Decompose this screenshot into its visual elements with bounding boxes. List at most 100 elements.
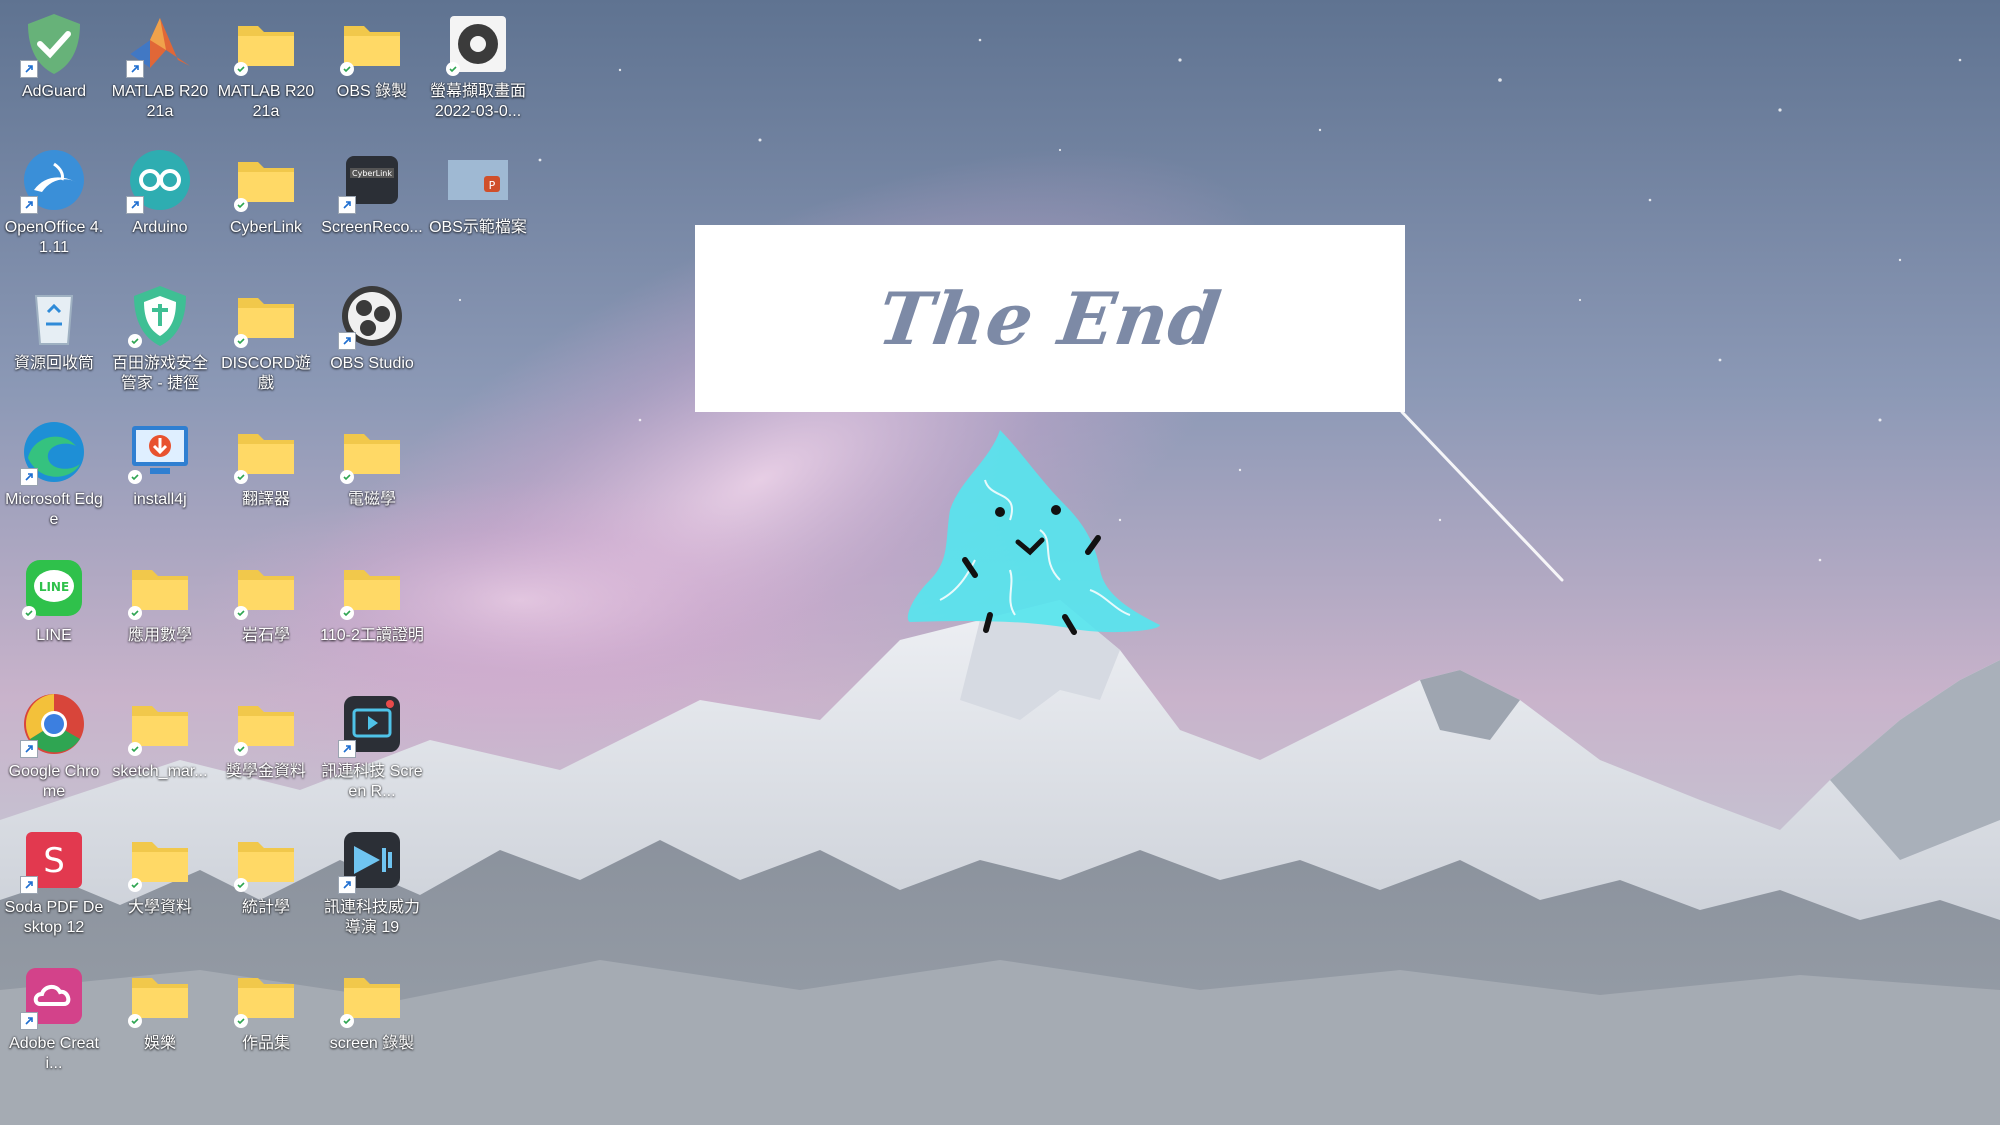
sync-check-icon xyxy=(234,334,248,348)
sync-check-icon xyxy=(234,606,248,620)
desktop-icon-label: 岩石學 xyxy=(241,627,290,644)
desktop-icon-label: AdGuard xyxy=(21,83,87,100)
desktop-icon[interactable]: DISCORD遊戲 xyxy=(214,274,318,406)
desktop-icon[interactable]: P OBS示範檔案 xyxy=(426,138,530,270)
svg-text:P: P xyxy=(489,179,496,192)
desktop-icon[interactable]: 作品集 xyxy=(214,954,318,1086)
sync-check-icon xyxy=(234,470,248,484)
sync-check-icon xyxy=(340,1014,354,1028)
shortcut-arrow-icon xyxy=(338,876,356,894)
svg-text:CyberLink: CyberLink xyxy=(352,169,392,178)
folder-icon xyxy=(126,554,194,622)
desktop-icon[interactable]: 統計學 xyxy=(214,818,318,950)
desktop-icon-label: sketch_mar... xyxy=(112,763,208,780)
desktop-icon[interactable]: Microsoft Edge xyxy=(2,410,106,542)
desktop-icon[interactable]: 應用數學 xyxy=(108,546,212,678)
desktop-icon[interactable]: CyberLink ScreenReco... xyxy=(320,138,424,270)
desktop-icon[interactable]: 大學資料 xyxy=(108,818,212,950)
desktop-icon-label: Microsoft Edge xyxy=(5,491,103,528)
desktop-icon[interactable]: Google Chrome xyxy=(2,682,106,814)
arduino-icon xyxy=(126,146,194,214)
desktop-icon[interactable]: 百田游戏安全管家 - 捷徑 xyxy=(108,274,212,406)
adobe-creative-cloud-icon xyxy=(20,962,88,1030)
shortcut-arrow-icon xyxy=(20,1012,38,1030)
sync-check-icon xyxy=(128,1014,142,1028)
folder-icon xyxy=(126,826,194,894)
desktop-icon-label: Arduino xyxy=(132,219,188,236)
end-title: The End xyxy=(873,276,1227,361)
folder-icon xyxy=(232,418,300,486)
sync-check-icon xyxy=(128,606,142,620)
desktop-icon[interactable]: 訊連科技威力導演 19 xyxy=(320,818,424,950)
edge-icon xyxy=(20,418,88,486)
sync-check-icon xyxy=(340,606,354,620)
desktop-icon-label: OpenOffice 4.1.11 xyxy=(4,219,104,256)
desktop-icon[interactable]: sketch_mar... xyxy=(108,682,212,814)
shortcut-arrow-icon xyxy=(20,60,38,78)
desktop-icon-label: CyberLink xyxy=(229,219,303,236)
desktop-icon-label: 統計學 xyxy=(241,899,290,916)
sync-check-icon xyxy=(234,198,248,212)
sync-check-icon xyxy=(128,470,142,484)
desktop-icon-label: 翻譯器 xyxy=(241,491,290,508)
shortcut-arrow-icon xyxy=(20,876,38,894)
desktop-icon[interactable]: Arduino xyxy=(108,138,212,270)
folder-icon xyxy=(338,962,406,1030)
svg-text:S: S xyxy=(43,841,65,881)
folder-icon xyxy=(232,10,300,78)
desktop-icon[interactable]: 110-2工讀證明 xyxy=(320,546,424,678)
folder-icon xyxy=(232,690,300,758)
desktop-icon[interactable]: 資源回收筒 xyxy=(2,274,106,406)
desktop-icon[interactable]: 翻譯器 xyxy=(214,410,318,542)
desktop-icon-label: 應用數學 xyxy=(127,627,192,644)
folder-icon xyxy=(338,10,406,78)
desktop-icon[interactable]: MATLAB R2021a xyxy=(108,2,212,134)
openoffice-icon xyxy=(20,146,88,214)
desktop-icon-label: 訊連科技威力導演 19 xyxy=(323,899,420,936)
sync-check-icon xyxy=(446,62,460,76)
desktop-icon-label: LINE xyxy=(36,627,72,644)
shortcut-arrow-icon xyxy=(338,332,356,350)
desktop-icon-label: OBS示範檔案 xyxy=(429,219,527,236)
desktop-icon[interactable]: OBS Studio xyxy=(320,274,424,406)
desktop-icon[interactable]: 螢幕擷取畫面 2022-03-0... xyxy=(426,2,530,134)
desktop-icon[interactable]: 岩石學 xyxy=(214,546,318,678)
desktop-icon-label: MATLAB R2021a xyxy=(217,83,315,120)
desktop-icon-label: 獎學金資料 xyxy=(225,763,306,780)
desktop-icon[interactable]: OpenOffice 4.1.11 xyxy=(2,138,106,270)
screenshot-file-icon xyxy=(444,10,512,78)
desktop-icon[interactable]: OBS 錄製 xyxy=(320,2,424,134)
sync-check-icon xyxy=(234,1014,248,1028)
adguard-shield-icon xyxy=(20,10,88,78)
security-shield-icon xyxy=(126,282,194,350)
desktop-icon-label: install4j xyxy=(133,491,187,508)
desktop-icon-label: DISCORD遊戲 xyxy=(221,355,311,392)
shortcut-arrow-icon xyxy=(20,468,38,486)
desktop-icon[interactable]: install4j xyxy=(108,410,212,542)
desktop-icon[interactable]: Adobe Creati... xyxy=(2,954,106,1086)
desktop-icon-label: MATLAB R2021a xyxy=(111,83,209,120)
desktop-icon-label: OBS Studio xyxy=(330,355,414,372)
desktop-icon-label: 百田游戏安全管家 - 捷徑 xyxy=(111,355,208,392)
shortcut-arrow-icon xyxy=(338,196,356,214)
desktop-icon[interactable]: LINE LINE xyxy=(2,546,106,678)
desktop-icon[interactable]: AdGuard xyxy=(2,2,106,134)
desktop-icon-label: OBS 錄製 xyxy=(336,83,408,100)
desktop-icon[interactable]: 娛樂 xyxy=(108,954,212,1086)
cyberlink-screen-recorder-app-icon xyxy=(338,690,406,758)
desktop-icon[interactable]: 獎學金資料 xyxy=(214,682,318,814)
desktop-icon[interactable]: MATLAB R2021a xyxy=(214,2,318,134)
desktop-icon[interactable]: S Soda PDF Desktop 12 xyxy=(2,818,106,950)
desktop-icon[interactable]: 電磁學 xyxy=(320,410,424,542)
desktop-icon-label: screen 錄製 xyxy=(329,1035,415,1052)
ice-mascot-drawing xyxy=(907,430,1160,635)
folder-icon xyxy=(126,690,194,758)
desktop-icon-label: Soda PDF Desktop 12 xyxy=(4,899,104,936)
folder-icon xyxy=(232,826,300,894)
sync-check-icon xyxy=(128,878,142,892)
powerpoint-file-icon: P xyxy=(444,146,512,214)
desktop-icon[interactable]: CyberLink xyxy=(214,138,318,270)
sync-check-icon xyxy=(128,334,142,348)
desktop-icon[interactable]: 訊連科技 Screen R... xyxy=(320,682,424,814)
desktop-icon[interactable]: screen 錄製 xyxy=(320,954,424,1086)
